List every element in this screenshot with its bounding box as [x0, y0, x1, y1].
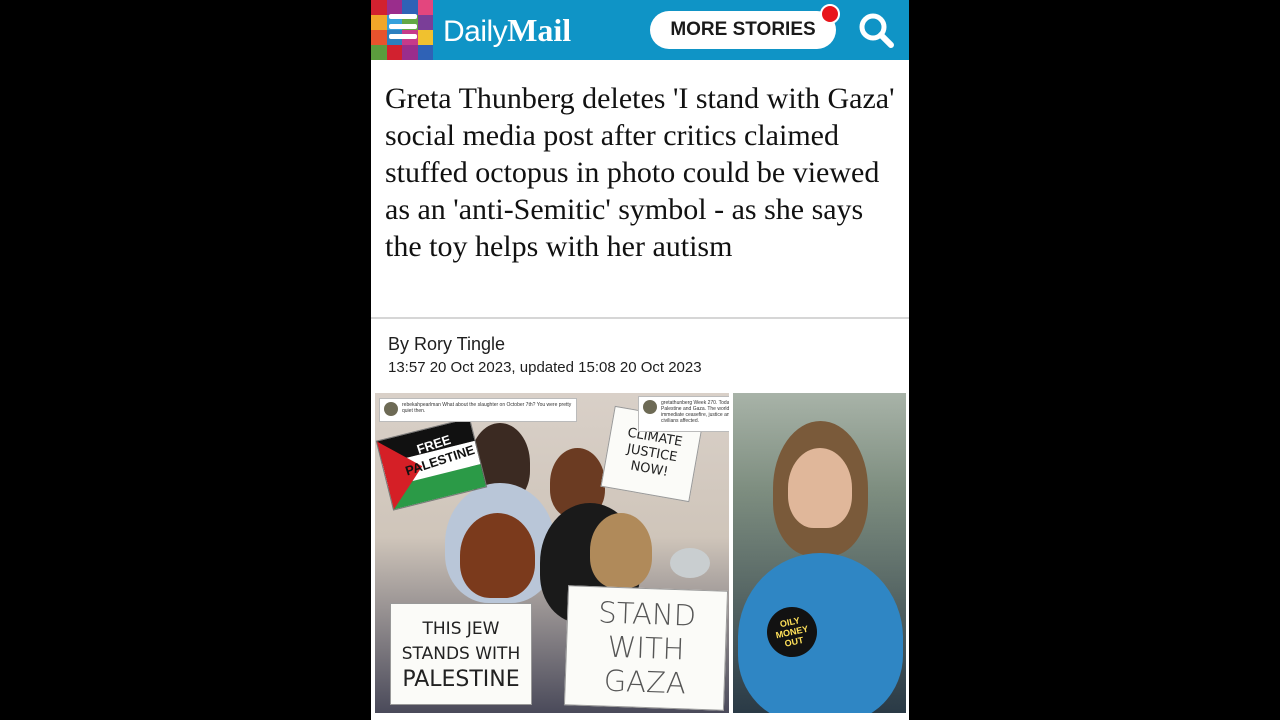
article-screen: DailyMail MORE STORIES Greta Thunberg de…: [371, 0, 909, 720]
site-header: DailyMail MORE STORIES: [371, 0, 909, 60]
stand-with-gaza-sign: STAND WITH GAZA: [563, 585, 729, 711]
portrait-photo: OILY MONEY OUT: [733, 393, 906, 713]
logo-daily-text: Daily: [443, 15, 508, 48]
notification-dot: [820, 4, 840, 24]
article-headline: Greta Thunberg deletes 'I stand with Gaz…: [385, 82, 895, 263]
person-silhouette: [460, 513, 535, 598]
person-silhouette: [590, 513, 652, 588]
divider: [371, 317, 909, 319]
instagram-post-overlay: gretathunberg Week 270. Today we are str…: [638, 396, 729, 432]
search-icon[interactable]: [856, 10, 896, 50]
group-protest-photo: FREE PALESTINE CLIMATE JUSTICE NOW! THIS…: [375, 393, 729, 713]
hamburger-menu-icon[interactable]: [371, 0, 433, 60]
person-silhouette: [738, 553, 903, 713]
article-byline[interactable]: By Rory Tingle: [388, 334, 505, 355]
avatar: [643, 400, 657, 414]
article-dateline: 13:57 20 Oct 2023, updated 15:08 20 Oct …: [388, 359, 702, 376]
stands-with-palestine-sign: THIS JEW STANDS WITH PALESTINE: [390, 603, 532, 705]
article-photo[interactable]: FREE PALESTINE CLIMATE JUSTICE NOW! THIS…: [375, 393, 906, 713]
octopus-toy: [670, 548, 710, 578]
more-stories-button[interactable]: MORE STORIES: [650, 11, 836, 49]
daily-mail-logo[interactable]: DailyMail: [443, 12, 571, 50]
face: [788, 448, 852, 528]
logo-mail-text: Mail: [507, 12, 572, 48]
instagram-comment-overlay: rebekahpearlman What about the slaughter…: [379, 398, 577, 422]
avatar: [384, 402, 398, 416]
